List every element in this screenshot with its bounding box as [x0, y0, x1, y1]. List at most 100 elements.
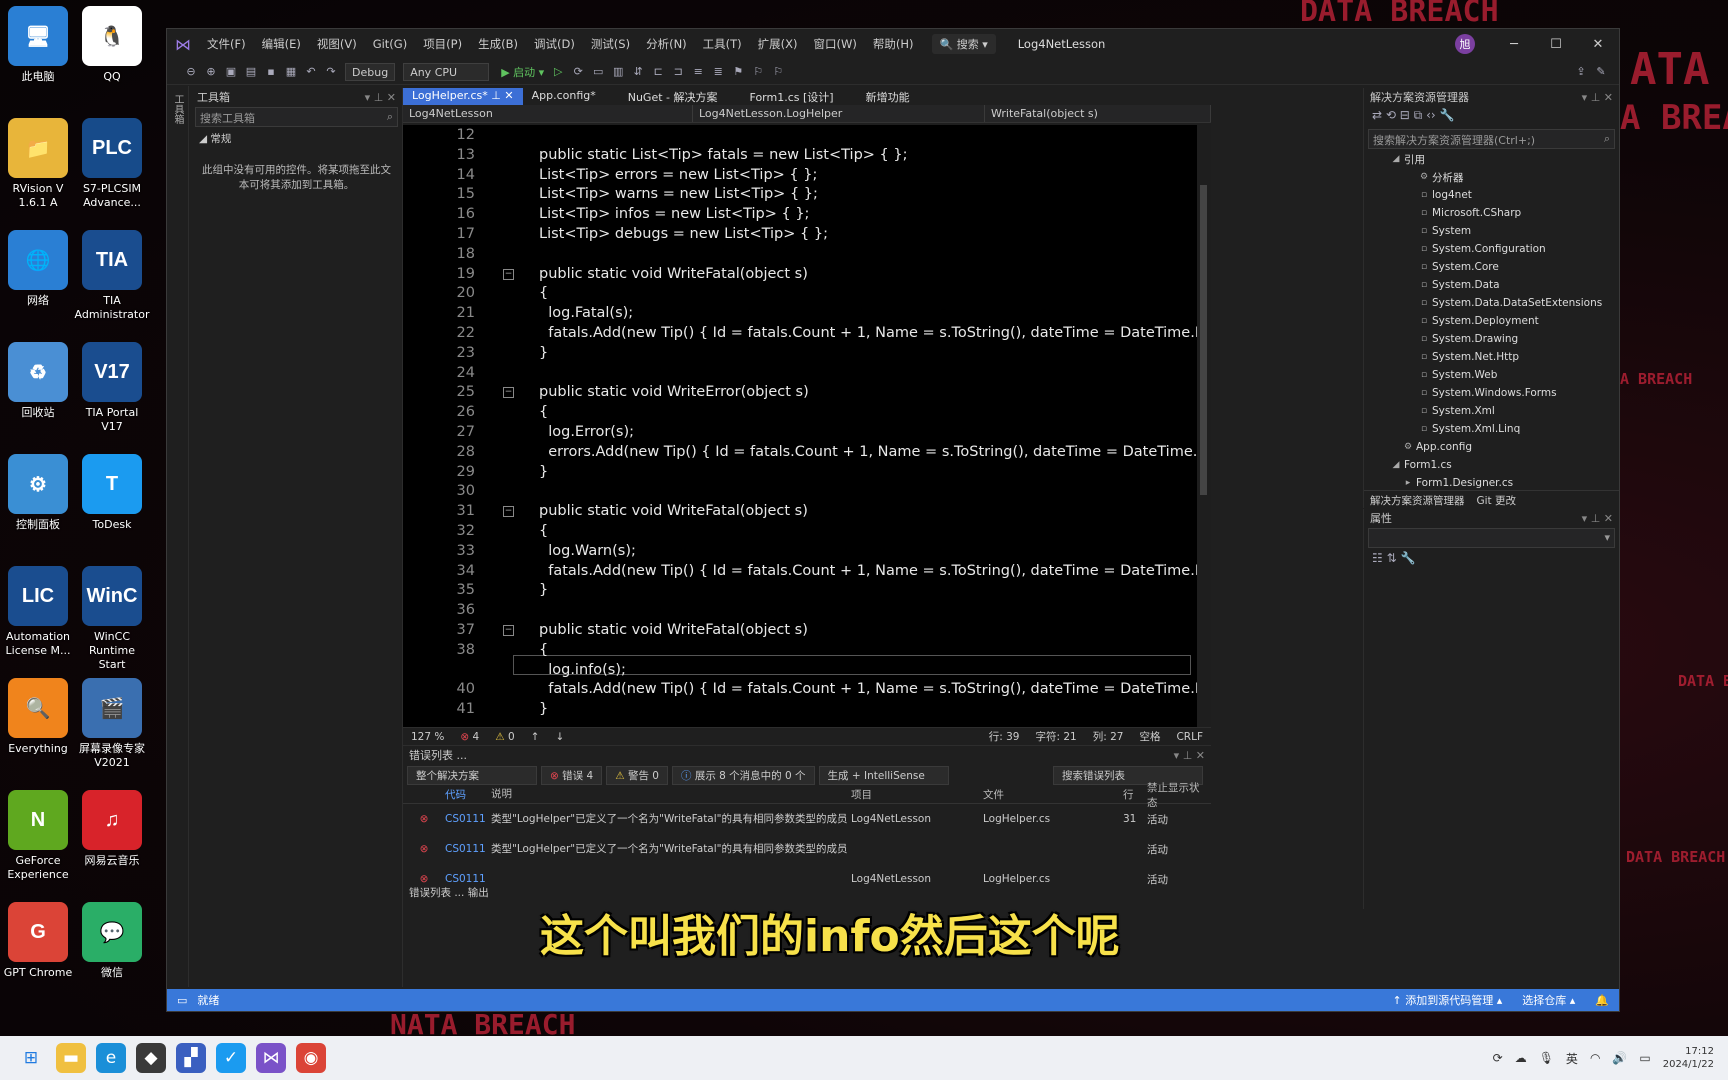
todesk-icon[interactable]: ✓	[216, 1043, 246, 1073]
nav-project-dropdown[interactable]: Log4NetLesson	[403, 105, 693, 122]
save-icon[interactable]: ▪	[261, 65, 281, 78]
config-dropdown[interactable]: Debug	[345, 62, 396, 81]
toolbox-group-general[interactable]: ◢ 常规	[191, 128, 402, 149]
menu-build[interactable]: 生成(B)	[470, 36, 526, 52]
tab-app-config[interactable]: App.config*	[523, 88, 605, 105]
col-desc[interactable]: 说明	[491, 788, 851, 801]
col-file[interactable]: 文件	[983, 787, 1123, 802]
undo-icon[interactable]: ↶	[301, 65, 321, 78]
tab-whats-new[interactable]: 新增功能	[857, 88, 919, 105]
solution-tree-item[interactable]: ▫ System.Configuration	[1364, 240, 1619, 258]
menu-debug[interactable]: 调试(D)	[526, 36, 583, 52]
zoom-level[interactable]: 127 %	[403, 731, 452, 743]
code-text[interactable]: }	[539, 343, 548, 363]
start-button[interactable]: ▶ 启动 ▾	[501, 64, 544, 80]
scope-dropdown[interactable]: 整个解决方案	[407, 765, 537, 785]
code-text[interactable]: fatals.Add(new Tip() { Id = fatals.Count…	[539, 561, 1197, 581]
categorized-icon[interactable]: ☷	[1372, 551, 1383, 565]
solution-tree-item[interactable]: ▫ System.Core	[1364, 258, 1619, 276]
solution-tree-item[interactable]: ▫ System.Xml	[1364, 402, 1619, 420]
build-source-dropdown[interactable]: 生成 + IntelliSense	[818, 765, 949, 785]
bookmark-prev-icon[interactable]: ⚐	[748, 65, 768, 78]
solution-tree-item[interactable]: ◢ 引用	[1364, 150, 1619, 168]
desktop-icon[interactable]: 🔍 Everything	[0, 678, 76, 756]
solution-tree-item[interactable]: ▫ System.Xml.Linq	[1364, 420, 1619, 438]
code-text[interactable]: log.Error(s);	[539, 422, 634, 442]
battery-icon[interactable]: ▭	[1639, 1051, 1650, 1065]
solution-tree-item[interactable]: ▫ System	[1364, 222, 1619, 240]
align-icon[interactable]: ⊏	[648, 65, 668, 78]
desktop-icon[interactable]: 🖥 此电脑	[0, 6, 76, 84]
scroll-thumb[interactable]	[1200, 185, 1207, 495]
menu-test[interactable]: 测试(S)	[583, 36, 638, 52]
feedback-icon[interactable]: ✎	[1591, 65, 1611, 78]
visual-studio-icon[interactable]: ⋈	[256, 1043, 286, 1073]
solution-tree-item[interactable]: ▫ System.Drawing	[1364, 330, 1619, 348]
collapse-toggle-icon[interactable]: −	[503, 268, 514, 280]
desktop-icon[interactable]: N GeForce Experience	[0, 790, 76, 882]
panel-close-icon[interactable]: ▾ ⊥ ✕	[1582, 512, 1613, 525]
error-list-tabs[interactable]: 错误列表 ... 输出	[403, 883, 495, 902]
line-ending[interactable]: CRLF	[1168, 731, 1211, 743]
open-icon[interactable]: ▤	[241, 65, 261, 78]
collapse-toggle-icon[interactable]: −	[503, 506, 514, 518]
comment-icon[interactable]: ≡	[688, 65, 708, 78]
tab-git-changes[interactable]: Git 更改	[1471, 491, 1523, 508]
menu-view[interactable]: 视图(V)	[309, 36, 365, 52]
tab-form1-design[interactable]: Form1.cs [设计]	[741, 88, 843, 105]
back-icon[interactable]: ⊖	[181, 65, 201, 78]
code-text[interactable]: log.info(s);	[539, 660, 626, 680]
menu-analyze[interactable]: 分析(N)	[638, 36, 695, 52]
solution-tree-item[interactable]: ▫ System.Deployment	[1364, 312, 1619, 330]
start-without-debug-icon[interactable]: ▷	[548, 65, 568, 78]
desktop-icon[interactable]: 📁 RVision V 1.6.1 A	[0, 118, 76, 210]
layout-icon[interactable]: ▥	[608, 65, 628, 78]
code-text[interactable]: public static List<Tip> fatals = new Lis…	[539, 145, 908, 165]
file-explorer-icon[interactable]: ▬	[56, 1043, 86, 1073]
code-text[interactable]: {	[539, 521, 548, 541]
desktop-icon[interactable]: PLC S7-PLCSIM Advance...	[74, 118, 150, 210]
wifi-icon[interactable]: ◠	[1590, 1051, 1600, 1065]
solution-search-input[interactable]: 搜索解决方案资源管理器(Ctrl+;) ⌕	[1368, 129, 1615, 149]
desktop-icon[interactable]: G GPT Chrome	[0, 902, 76, 980]
menu-window[interactable]: 窗口(W)	[806, 36, 865, 52]
new-project-icon[interactable]: ▣	[221, 65, 241, 78]
nav-down-icon[interactable]: ↓	[547, 731, 572, 743]
code-text[interactable]: log.Fatal(s);	[539, 303, 633, 323]
bookmark-icon[interactable]: ⚑	[728, 65, 748, 78]
tab-loghelper[interactable]: LogHelper.cs* ⊥ ✕	[403, 88, 523, 105]
microphone-icon[interactable]: 🎙	[1539, 1051, 1554, 1065]
taskbar-clock[interactable]: 17:12 2024/1/22	[1663, 1045, 1714, 1071]
desktop-icon[interactable]: ⚙ 控制面板	[0, 454, 76, 532]
desktop-icon[interactable]: 🎬 屏幕录像专家 V2021	[74, 678, 150, 770]
code-text[interactable]: public static void WriteError(object s)	[539, 382, 809, 402]
nav-member-dropdown[interactable]: WriteFatal(object s)	[985, 105, 1211, 122]
panel-close-icon[interactable]: ▾ ⊥ ✕	[1582, 91, 1613, 104]
solution-tree-item[interactable]: ⚙ App.config	[1364, 438, 1619, 456]
cloud-icon[interactable]: ☁	[1515, 1051, 1527, 1065]
collapse-toggle-icon[interactable]: −	[503, 625, 514, 636]
solution-tree-item[interactable]: ◢ Form1.cs	[1364, 456, 1619, 474]
error-row[interactable]: ⊗ CS0111 类型"LogHelper"已定义了一个名为"WriteFatal"…	[403, 804, 1211, 834]
menu-edit[interactable]: 编辑(E)	[254, 36, 309, 52]
code-text[interactable]: List<Tip> infos = new List<Tip> { };	[539, 204, 809, 224]
bookmark-next-icon[interactable]: ⚐	[768, 65, 788, 78]
select-repo-button[interactable]: 选择仓库 ▴	[1512, 992, 1585, 1008]
menu-help[interactable]: 帮助(H)	[865, 36, 922, 52]
collapse-toggle-icon[interactable]: −	[503, 387, 514, 399]
sync-icon[interactable]: ⇄	[1372, 108, 1382, 122]
properties-object-dropdown[interactable]: ▾	[1368, 528, 1615, 548]
error-row[interactable]: ⊗ CS0111 Log4NetLesson LogHelper.cs 活动	[403, 864, 1211, 894]
alphabetical-icon[interactable]: ⇅	[1387, 551, 1397, 565]
save-all-icon[interactable]: ▦	[281, 65, 301, 78]
forward-icon[interactable]: ⊕	[201, 65, 221, 78]
nav-class-dropdown[interactable]: Log4NetLesson.LogHelper	[693, 105, 985, 122]
toolbox-search-input[interactable]: 搜索工具箱 ⌕	[195, 107, 398, 127]
menu-file[interactable]: 文件(F)	[199, 36, 254, 52]
desktop-icon[interactable]: 💬 微信	[74, 902, 150, 980]
solution-tree-item[interactable]: ▫ log4net	[1364, 186, 1619, 204]
close-icon[interactable]: ✕	[1577, 37, 1619, 52]
col-code[interactable]: 代码	[445, 787, 491, 802]
avatar[interactable]: 旭	[1455, 34, 1475, 54]
code-text[interactable]: List<Tip> debugs = new List<Tip> { };	[539, 224, 828, 244]
